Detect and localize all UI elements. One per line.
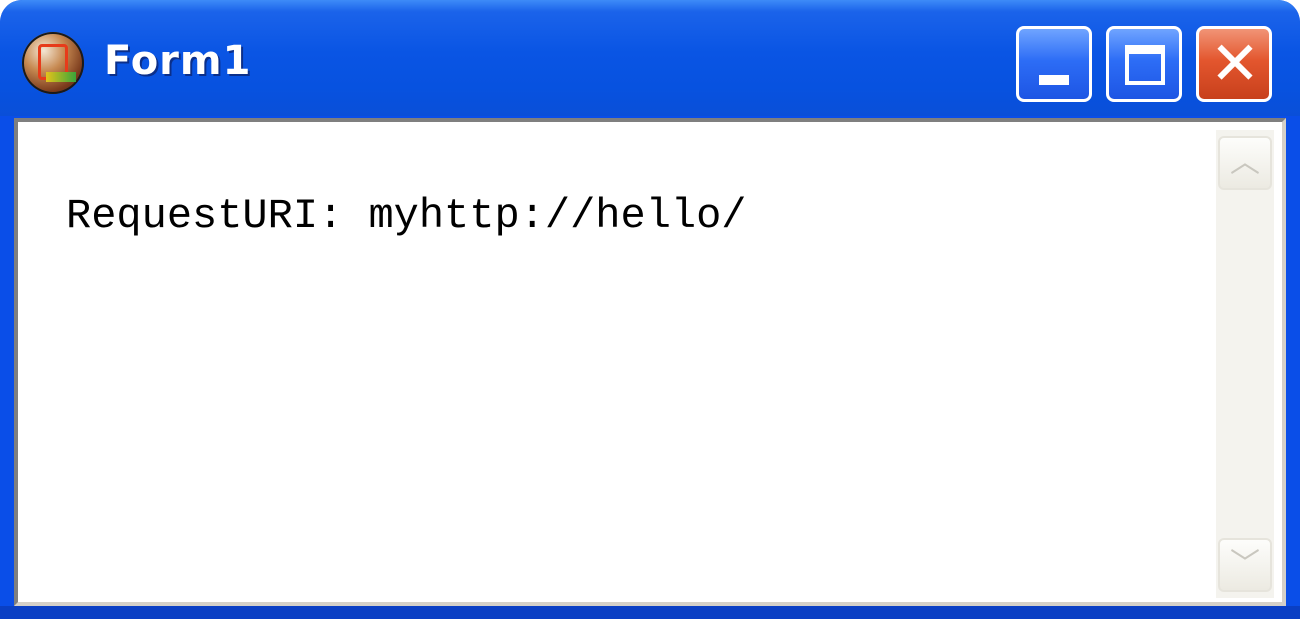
app-icon-stripe [46, 72, 76, 82]
close-icon: ✕ [1209, 29, 1261, 99]
vertical-scrollbar[interactable]: ︿ ﹀ [1216, 130, 1274, 598]
memo-line: RequestURI: myhttp://hello/ [66, 192, 747, 240]
chevron-down-icon: ﹀ [1230, 547, 1260, 582]
scroll-down-button[interactable]: ﹀ [1218, 538, 1272, 592]
minimize-icon [1039, 75, 1069, 85]
window: Form1 ✕ RequestURI: myhttp://hello/ ︿ ﹀ [0, 0, 1300, 619]
memo-text-area[interactable]: RequestURI: myhttp://hello/ ︿ ﹀ [14, 118, 1286, 606]
window-title: Form1 [104, 38, 252, 84]
close-button[interactable]: ✕ [1196, 26, 1272, 102]
title-bar[interactable]: Form1 ✕ [0, 0, 1300, 116]
scroll-up-button[interactable]: ︿ [1218, 136, 1272, 190]
minimize-button[interactable] [1016, 26, 1092, 102]
app-icon[interactable] [22, 32, 84, 94]
maximize-button[interactable] [1106, 26, 1182, 102]
window-bottom-border [0, 606, 1300, 619]
chevron-up-icon: ︿ [1230, 145, 1260, 180]
maximize-icon [1125, 45, 1165, 85]
